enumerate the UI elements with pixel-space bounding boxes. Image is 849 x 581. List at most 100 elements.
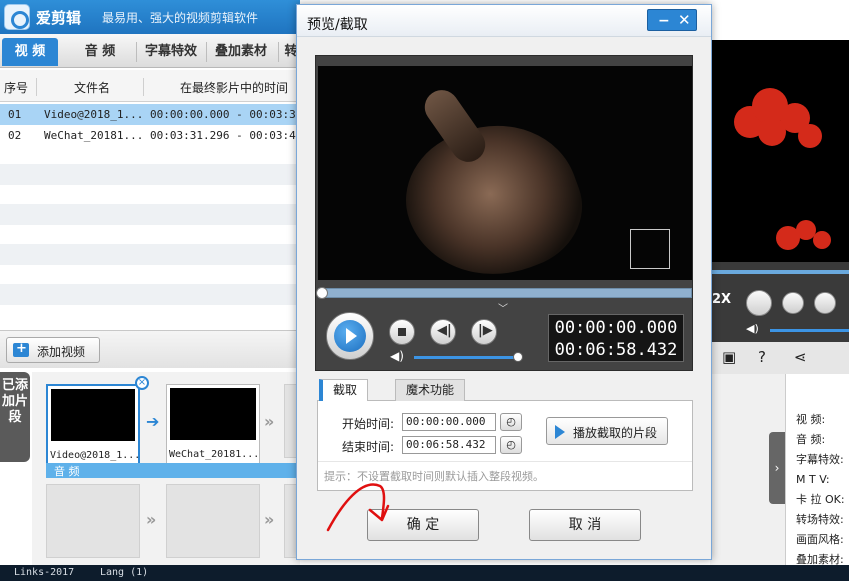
- video-player: ﹀ ◀| |▶ ◀) 00:00:00.000 00:06:58.432: [315, 55, 693, 371]
- minimize-icon[interactable]: −: [658, 13, 670, 29]
- taskbar-item[interactable]: Lang (1): [100, 567, 148, 578]
- audio-track[interactable]: 音 频: [46, 463, 300, 478]
- tab-video[interactable]: 视 频: [2, 38, 58, 66]
- channel-logo-image: [630, 229, 670, 269]
- red-annotation-arrow: [326, 483, 390, 532]
- empty-row: [0, 284, 300, 305]
- previous-frame-button[interactable]: ◀|: [430, 319, 456, 345]
- tab-subtitle-effects[interactable]: 字幕特效: [140, 38, 202, 66]
- add-video-label: 添加视频: [37, 345, 86, 359]
- row-index: 02: [8, 129, 22, 142]
- tab-divider: [136, 42, 137, 62]
- arrow-right-icon: ➔: [146, 412, 160, 431]
- row-filename: WeChat_20181...: [44, 129, 144, 142]
- info-label: 转场特效:: [796, 513, 844, 526]
- play-button[interactable]: [326, 312, 374, 360]
- chevron-down-icon[interactable]: ﹀: [498, 300, 508, 315]
- main-player-controls: 2X ◀): [710, 262, 849, 342]
- main-stop-button[interactable]: [782, 292, 804, 314]
- row-filename: Video@2018_1...: [44, 108, 144, 121]
- main-seekbar[interactable]: [710, 270, 849, 274]
- app-title-bar: 爱剪辑 最易用、强大的视频剪辑软件: [0, 0, 300, 34]
- info-label: 字幕特效:: [796, 453, 844, 466]
- app-logo-icon: [4, 4, 30, 30]
- main-play-button[interactable]: [746, 290, 772, 316]
- add-video-button[interactable]: 添加视频: [6, 337, 100, 363]
- table-row[interactable]: 02 WeChat_20181... 00:03:31.296 - 00:03:…: [0, 125, 309, 146]
- empty-row: [0, 244, 300, 265]
- speed-label[interactable]: 2X: [712, 292, 731, 307]
- video-screen[interactable]: [318, 66, 692, 280]
- column-header-index[interactable]: 序号: [4, 79, 28, 96]
- dialog-window-controls: − ✕: [647, 9, 697, 31]
- dialog-titlebar[interactable]: 预览/截取 − ✕: [297, 5, 711, 37]
- video-frame-image: [387, 101, 599, 280]
- column-header-filename[interactable]: 文件名: [74, 79, 110, 96]
- row-time: 00:03:31.296 - 00:03:41.: [150, 129, 309, 142]
- clip-thumbnail: [51, 389, 135, 441]
- main-toolbar: ▣ ? ⋖: [710, 342, 849, 374]
- cloud-pattern-image: [734, 88, 831, 250]
- main-volume-icon[interactable]: ◀): [746, 322, 759, 335]
- seekbar[interactable]: [316, 287, 692, 299]
- chevron-right-icon: »: [264, 412, 275, 431]
- chevron-right-icon: »: [146, 510, 157, 529]
- table-row[interactable]: 01 Video@2018_1... 00:00:00.000 - 00:03:…: [0, 104, 309, 125]
- added-clips-label: 已添加片段: [0, 372, 30, 462]
- stop-button[interactable]: [389, 319, 415, 345]
- clip-thumbnail: [170, 388, 256, 440]
- row-time: 00:00:00.000 - 00:03:33.: [150, 108, 309, 121]
- preview-trim-dialog: 预览/截取 − ✕ ﹀ ◀| |▶ ◀) 00:00:00.000 00:06:…: [296, 4, 712, 560]
- column-divider: [143, 78, 144, 96]
- divider: [318, 461, 692, 462]
- start-time-input[interactable]: 00:00:00.000: [402, 413, 496, 431]
- help-icon[interactable]: ?: [758, 348, 766, 366]
- share-icon[interactable]: ⋖: [794, 348, 807, 366]
- close-icon[interactable]: ✕: [678, 11, 691, 29]
- volume-thumb[interactable]: [512, 352, 523, 362]
- end-time-input[interactable]: 00:06:58.432: [402, 436, 496, 454]
- clip-item[interactable]: WeChat_20181...: [166, 384, 260, 468]
- volume-icon[interactable]: ◀): [390, 349, 406, 363]
- tab-audio[interactable]: 音 频: [70, 38, 130, 66]
- cancel-button[interactable]: 取 消: [529, 509, 641, 541]
- main-volume-slider[interactable]: [770, 329, 849, 332]
- start-time-label: 开始时间:: [342, 417, 395, 431]
- play-trimmed-clip-label: 播放截取的片段: [573, 426, 658, 440]
- set-end-time-icon[interactable]: ◴: [500, 436, 522, 454]
- set-start-time-icon[interactable]: ◴: [500, 413, 522, 431]
- clip-item[interactable]: Video@2018_1...: [46, 384, 140, 468]
- main-prev-button[interactable]: [814, 292, 836, 314]
- expand-panel-icon[interactable]: ›: [769, 432, 785, 504]
- previous-frame-icon: ◀|: [437, 323, 452, 338]
- volume-slider[interactable]: [414, 352, 523, 362]
- total-time: 00:06:58.432: [554, 340, 678, 360]
- empty-clip-slot: [46, 484, 140, 558]
- save-icon[interactable]: ▣: [722, 348, 736, 366]
- app-slogan: 最易用、强大的视频剪辑软件: [102, 11, 259, 25]
- remove-clip-icon[interactable]: ×: [135, 376, 149, 390]
- row-index: 01: [8, 108, 22, 121]
- add-video-bar: 添加视频: [0, 330, 300, 368]
- taskbar: Links-2017 Lang (1): [0, 565, 849, 581]
- info-label: 卡 拉 OK:: [796, 493, 845, 506]
- main-preview-screen: [710, 40, 849, 262]
- play-icon: [334, 320, 366, 352]
- tab-magic-functions[interactable]: 魔术功能: [395, 379, 466, 401]
- info-label: M T V:: [796, 473, 830, 486]
- time-display: 00:00:00.000 00:06:58.432: [548, 314, 684, 362]
- add-film-icon: [13, 341, 29, 357]
- current-time: 00:00:00.000: [554, 318, 678, 338]
- column-header-time[interactable]: 在最终影片中的时间: [180, 79, 288, 96]
- column-divider: [36, 78, 37, 96]
- taskbar-item[interactable]: Links-2017: [14, 567, 74, 578]
- play-trimmed-clip-button[interactable]: 播放截取的片段: [546, 417, 668, 445]
- tab-divider: [206, 42, 207, 62]
- project-info-panel: 视 频: 音 频: 字幕特效: M T V: 卡 拉 OK: 转场特效: 画面风…: [785, 374, 849, 566]
- seekbar-thumb[interactable]: [316, 287, 328, 299]
- next-frame-button[interactable]: |▶: [471, 319, 497, 345]
- tab-overlay-material[interactable]: 叠加素材: [210, 38, 272, 66]
- chevron-right-icon: »: [264, 510, 275, 529]
- tab-trim[interactable]: 截取: [319, 379, 369, 402]
- empty-clip-slot: [166, 484, 260, 558]
